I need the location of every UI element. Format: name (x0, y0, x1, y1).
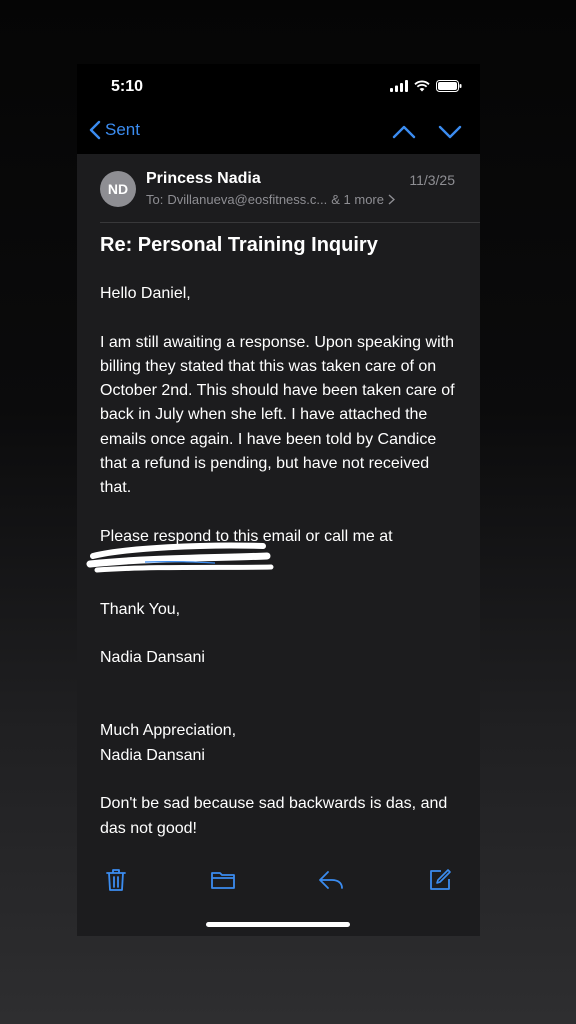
to-address: Dvillanueva@eosfitness.c... (167, 192, 328, 207)
wifi-icon (414, 80, 430, 92)
home-indicator[interactable] (206, 922, 350, 927)
redaction-scribble (86, 542, 274, 573)
signature: Nadia Dansani (100, 649, 205, 667)
chevron-down-icon[interactable] (438, 120, 462, 144)
message-navigation (392, 120, 462, 144)
status-bar: 5:10 (77, 64, 480, 112)
back-button[interactable]: Sent (89, 120, 140, 140)
email-subject: Re: Personal Training Inquiry (100, 234, 378, 256)
recipients-line[interactable]: To: Dvillanueva@eosfitness.c... & 1 more (146, 192, 395, 207)
signal-icon (390, 80, 408, 92)
chevron-left-icon (89, 120, 101, 140)
quote: Don't be sad because sad backwards is da… (100, 795, 448, 837)
delete-button[interactable] (102, 866, 130, 894)
avatar[interactable]: ND (100, 171, 136, 207)
message-header: ND Princess Nadia 11/3/25 To: Dvillanuev… (77, 154, 480, 224)
phone-screen: 5:10 Sent ND Princess Nadia 11/3/25 To: … (77, 64, 480, 936)
body-paragraph: I am still awaiting a response. Upon spe… (100, 333, 455, 497)
sender-name[interactable]: Princess Nadia (146, 170, 261, 188)
status-icons (390, 80, 462, 92)
chevron-right-icon (388, 194, 395, 205)
folder-icon (211, 872, 235, 889)
closing: Much Appreciation, (100, 722, 237, 740)
reply-button[interactable] (317, 866, 345, 894)
reply-icon (319, 871, 343, 889)
to-label: To: (146, 192, 164, 207)
back-label: Sent (105, 120, 140, 139)
move-button[interactable] (209, 866, 237, 894)
header-divider (100, 222, 480, 223)
compose-button[interactable] (426, 866, 454, 894)
status-time: 5:10 (111, 78, 144, 95)
chevron-up-icon[interactable] (392, 120, 416, 144)
message-date: 11/3/25 (409, 172, 455, 188)
nav-bar: Sent (77, 112, 480, 154)
compose-icon (430, 869, 451, 890)
thanks: Thank You, (100, 600, 181, 618)
trash-icon (106, 869, 126, 891)
more-recipients: & 1 more (331, 192, 384, 207)
greeting: Hello Daniel, (100, 285, 191, 302)
battery-icon (436, 80, 462, 92)
signature: Nadia Dansani (100, 746, 205, 764)
